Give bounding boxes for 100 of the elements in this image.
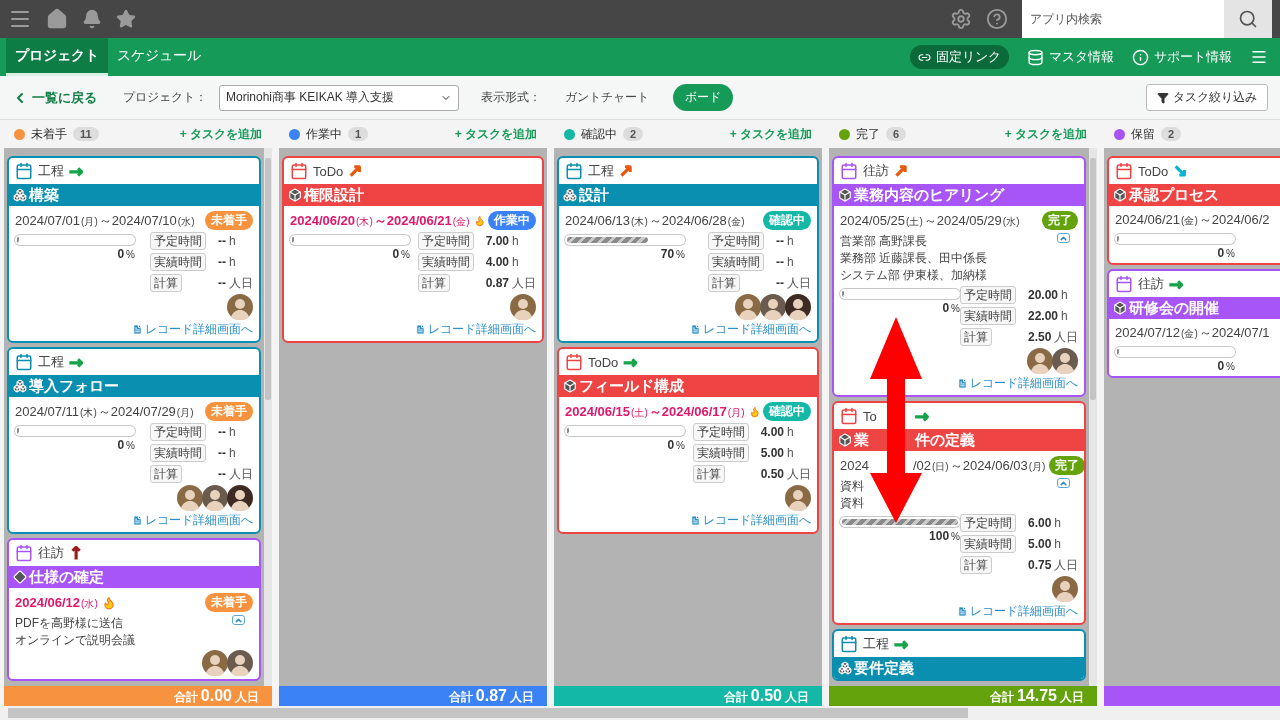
column-total: 合計 14.75 人日 [988,686,1085,706]
menu-icon[interactable] [1250,48,1268,66]
task-type: 工程 [588,162,614,180]
progress-percent: 0 % [117,438,135,452]
column-title: 未着手 [31,125,67,143]
record-detail-link[interactable]: レコード詳細画面へ [132,512,253,529]
calendar-icon [1115,162,1133,180]
horizontal-scrollbar[interactable] [0,706,1280,720]
task-card[interactable]: 往訪 ↗ 業務内容のヒアリング 2024/05/25(土)～2024/05/29(水) 完了 営業部 高野課長 業務部 近藤課長、田中係長 システム部 伊東様、加納様 0 % 予定時間 20.00 h 実績時間 22.00 h 計算 2.50 人日 レコード詳細画面へ [832,156,1086,397]
hours-label: 予定時間 [150,232,206,250]
avatar [510,294,536,320]
hours-value: 0.87 人日 [485,275,536,291]
column-total: 合計 0.87 人日 [447,686,535,706]
hours-value: 22.00 h [1028,308,1069,324]
permalink-button[interactable]: 固定リンク [910,45,1009,69]
flame-icon [101,595,116,610]
note-line: オンラインで説明会議 [15,632,135,649]
date-range: 2024/06/20(木)～2024/06/21(金) [290,211,471,230]
task-title: 構築 [29,185,59,205]
view-toggle[interactable]: ガントチャート [553,84,661,111]
status-badge: 未着手 [205,211,253,230]
collapse-button[interactable] [232,615,245,625]
help-icon[interactable] [986,8,1008,30]
project-select[interactable]: Morinohi商事 KEIKAK 導入支援 [219,84,459,111]
record-detail-link[interactable]: レコード詳細画面へ [957,603,1078,620]
status-badge: 確認中 [763,211,811,230]
hours-label: 実績時間 [150,444,206,462]
task-count: 1 [348,127,369,141]
task-card[interactable]: ToDo ↗ 権限設計 2024/06/20(木)～2024/06/21(金) 作業中 0 % 予定時間 7.00 h 実績時間 4.00 h 計算 0.87 人日 レコード詳細画面へ [282,156,544,343]
add-task-link[interactable]: + タスクを追加 [729,125,812,143]
hours-label: 予定時間 [708,232,764,250]
priority-arrow: → [623,353,638,371]
record-detail-link[interactable]: レコード詳細画面へ [690,512,811,529]
flame-icon [473,213,485,228]
add-task-link[interactable]: + タスクを追加 [454,125,537,143]
search-field[interactable]: アプリ内検索 [1022,0,1224,38]
filter-button[interactable]: タスク絞り込み [1146,84,1268,111]
hours-value: 20.00 h [1028,287,1069,303]
task-card[interactable]: ToDo → フィールド構成 2024/06/15(土)～2024/06/17(月) 確認中 0 % 予定時間 4.00 h 実績時間 5.00 h 計算 0.50 人日 レコード詳細画面へ [557,347,819,534]
task-card[interactable]: 往訪 ↑ 仕様の確定 2024/06/12(水) 未着手 PDFを高野様に送信 オンラインで説明会議 [7,538,261,681]
progress-percent: 70 % [660,247,685,261]
collapse-button[interactable] [1057,478,1070,488]
avatar [785,485,811,511]
column-title: 作業中 [306,125,342,143]
progress-percent: 0 % [942,301,960,315]
task-card[interactable]: 工程 → 構築 2024/07/01(月)～2024/07/10(水) 未着手 0 % 予定時間 -- h 実績時間 -- h 計算 -- 人日 レコード詳細画面へ [7,156,261,343]
scrollbar[interactable] [264,148,272,686]
hours-label: 計算 [417,274,450,292]
project-label: プロジェクト： [123,89,207,106]
hours-label: 予定時間 [150,423,206,441]
task-card[interactable]: 工程 → 要件定義 [832,629,1086,681]
hours-value: 0.50 人日 [760,466,811,482]
hours-value: 4.00 h [485,254,520,270]
record-detail-link[interactable]: レコード詳細画面へ [415,321,536,338]
date-range: 2024/07/11(木)～2024/07/29(月) [15,402,195,421]
record-detail-link[interactable]: レコード詳細画面へ [690,321,811,338]
star-icon[interactable] [116,9,136,29]
back-link[interactable]: 一覧に戻る [12,88,97,107]
bell-icon[interactable] [82,9,102,29]
hours-label: 計算 [150,274,182,292]
cube-icon [838,661,852,675]
collapse-button[interactable] [1057,233,1070,243]
record-detail-link[interactable]: レコード詳細画面へ [132,321,253,338]
task-title: 業 [854,430,869,450]
hours-label: 計算 [960,556,992,574]
task-card[interactable]: To → 業 件の定義 2024 /02(日)～2024/06/03(月) 完了 資料 資料 100 % 予定時間 6.00 h 実績時間 5.00 h 計算 0.75 人日 レコード詳細画面へ [832,401,1086,625]
progress-percent: 0 % [1217,246,1235,260]
priority-arrow: ↗ [894,162,909,180]
search-icon [1238,9,1258,29]
task-title: 承認プロセス [1129,185,1219,205]
task-count: 2 [623,127,644,141]
task-title: 研修会の開催 [1129,298,1219,318]
add-task-link[interactable]: + タスクを追加 [1004,125,1087,143]
nav-link[interactable]: サポート情報 [1132,48,1232,66]
hours-label: 計算 [692,465,725,483]
database-icon [1027,48,1044,66]
avatar [785,294,811,320]
note-line: システム部 伊東様、加納様 [840,267,988,284]
task-card[interactable]: ToDo ↘ 承認プロセス 2024/06/21(金)～2024/06/2 0 % [1107,156,1280,265]
priority-arrow: ↑ [69,544,84,562]
settings-icon[interactable] [950,8,972,30]
home-icon[interactable] [46,8,68,30]
cube-icon [838,433,852,447]
task-card[interactable]: 往訪 → 研修会の開催 2024/07/12(金)～2024/07/1 0 % [1107,269,1280,378]
nav-tab[interactable]: スケジュール [108,38,210,76]
view-toggle[interactable]: ボード [673,84,733,111]
hours-label: 予定時間 [417,232,474,250]
record-detail-link[interactable]: レコード詳細画面へ [957,375,1078,392]
date-range: 2024/06/15(土)～2024/06/17(月) [565,402,746,421]
hours-value: 0.75 人日 [1028,557,1079,573]
task-card[interactable]: 工程 ↗ 設計 2024/06/13(木)～2024/06/28(金) 確認中 70 % 予定時間 -- h 実績時間 -- h 計算 -- 人日 レコード詳細画面へ [557,156,819,343]
scrollbar[interactable] [1089,148,1097,686]
status-badge: 未着手 [205,402,253,421]
add-task-link[interactable]: + タスクを追加 [179,125,262,143]
nav-link[interactable]: マスタ情報 [1027,48,1114,66]
nav-tab[interactable]: プロジェクト [6,38,108,76]
avatar [1052,348,1078,374]
search-button[interactable] [1224,0,1272,38]
task-card[interactable]: 工程 → 導入フォロー 2024/07/11(木)～2024/07/29(月) 未着手 0 % 予定時間 -- h 実績時間 -- h 計算 -- 人日 レコード詳細画面へ [7,347,261,534]
task-count: 11 [73,127,99,141]
